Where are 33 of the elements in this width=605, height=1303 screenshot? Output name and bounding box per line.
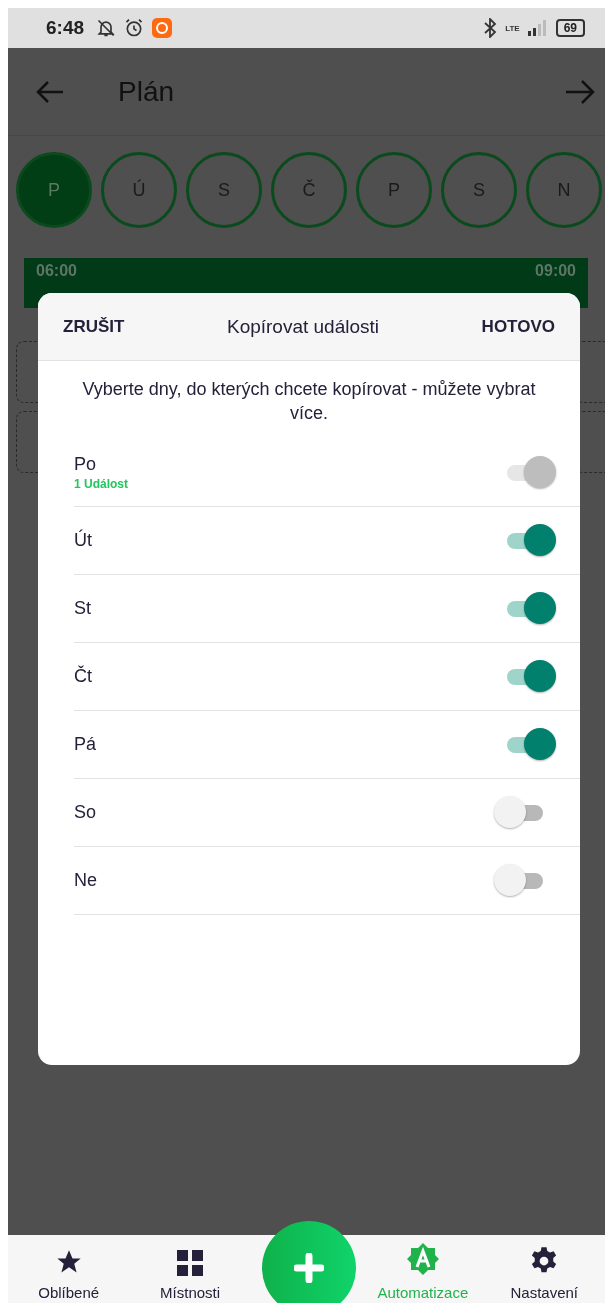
day-circle[interactable]: P	[16, 152, 92, 228]
back-arrow-icon[interactable]	[36, 79, 64, 104]
day-label: Čt	[74, 666, 93, 687]
signal-icon	[527, 20, 548, 36]
dialog-description: Vyberte dny, do kterých chcete kopírovat - můžete vybrat více.	[81, 378, 537, 425]
day-label: St	[74, 598, 92, 619]
bluetooth-icon	[483, 18, 498, 38]
screen-title: Plán	[118, 75, 176, 108]
nav-tab[interactable]: Automatizace	[367, 1242, 478, 1301]
day-label: Po	[74, 454, 98, 475]
event-end-time: 09:00	[535, 262, 576, 281]
nav-tab[interactable]: Oblíbené	[13, 1248, 124, 1301]
nav-tab[interactable]: Místnosti	[135, 1250, 246, 1301]
done-button[interactable]: HOTOVO	[481, 312, 555, 341]
bell-off-icon	[96, 18, 117, 38]
network-type: LTE	[505, 23, 520, 33]
dialog-title: Kopírovat události	[226, 315, 380, 338]
battery-indicator: 69	[555, 19, 585, 37]
forward-arrow-icon[interactable]	[565, 78, 595, 105]
day-label: Pá	[74, 734, 98, 755]
day-label: So	[74, 802, 98, 823]
nav-tab[interactable]: Nastavení	[489, 1246, 600, 1301]
day-label: Út	[74, 530, 93, 551]
alarm-icon	[124, 18, 145, 38]
status-time: 6:48	[46, 17, 85, 39]
app-icon	[152, 18, 173, 38]
event-count: 1 Událost	[74, 477, 129, 491]
grid-icon	[177, 1250, 204, 1276]
day-label: Ne	[74, 870, 98, 891]
cancel-button[interactable]: ZRUŠIT	[63, 312, 125, 341]
plus-icon	[294, 1253, 324, 1283]
a-badge-icon	[405, 1242, 440, 1276]
event-start-time: 06:00	[36, 262, 77, 281]
